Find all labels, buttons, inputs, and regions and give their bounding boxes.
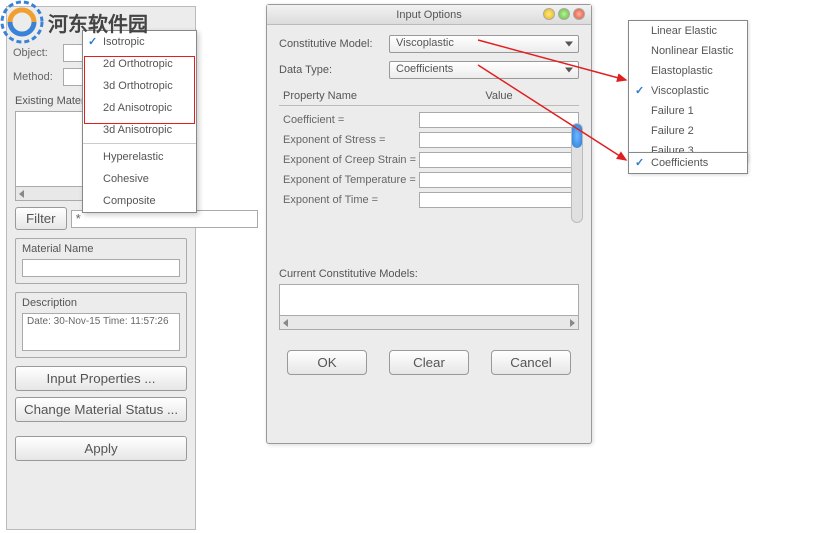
current-models-label: Current Constitutive Models: — [279, 268, 579, 280]
watermark-text: 河东软件园 — [48, 8, 148, 37]
option-failure-2[interactable]: Failure 2 — [629, 121, 747, 141]
type-item-2d-orthotropic[interactable]: 2d Orthotropic — [83, 53, 196, 75]
prop-name: Exponent of Stress = — [279, 134, 419, 146]
prop-name: Exponent of Creep Strain = — [279, 154, 419, 166]
input-options-dialog: Input Options Constitutive Model: Viscop… — [266, 4, 592, 444]
description-group: Description Date: 30-Nov-15 Time: 11:57:… — [15, 292, 187, 358]
option-linear-elastic[interactable]: Linear Elastic — [629, 21, 747, 41]
site-logo-icon — [0, 0, 44, 44]
vertical-scrollbar[interactable] — [571, 123, 583, 223]
filter-button[interactable]: Filter — [15, 207, 67, 230]
scrollbar-thumb[interactable] — [572, 124, 582, 148]
constitutive-model-label: Constitutive Model: — [279, 38, 389, 50]
dialog-titlebar[interactable]: Input Options — [267, 5, 591, 25]
close-icon[interactable] — [573, 8, 585, 20]
apply-button[interactable]: Apply — [15, 436, 187, 461]
minimize-icon[interactable] — [543, 8, 555, 20]
type-item-3d-anisotropic[interactable]: 3d Anisotropic — [83, 119, 196, 141]
method-label: Method: — [13, 71, 63, 83]
option-elastoplastic[interactable]: Elastoplastic — [629, 61, 747, 81]
type-item-composite[interactable]: Composite — [83, 190, 196, 212]
prop-name: Exponent of Time = — [279, 194, 419, 206]
prop-name: Coefficient = — [279, 114, 419, 126]
dialog-title-text: Input Options — [396, 9, 461, 21]
type-item-3d-orthotropic[interactable]: 3d Orthotropic — [83, 75, 196, 97]
data-type-combo[interactable]: Coefficients — [389, 61, 579, 79]
type-item-hyperelastic[interactable]: Hyperelastic — [83, 146, 196, 168]
current-models-list[interactable] — [279, 284, 579, 330]
data-type-options[interactable]: Coefficients — [628, 152, 748, 174]
type-item-2d-anisotropic[interactable]: 2d Anisotropic — [83, 97, 196, 119]
prop-value-input[interactable] — [419, 192, 579, 208]
option-nonlinear-elastic[interactable]: Nonlinear Elastic — [629, 41, 747, 61]
input-properties-button[interactable]: Input Properties ... — [15, 366, 187, 391]
property-name-header: Property Name — [279, 90, 419, 102]
cancel-button[interactable]: Cancel — [491, 350, 571, 375]
material-name-input[interactable] — [22, 259, 180, 277]
prop-value-input[interactable] — [419, 132, 579, 148]
watermark-logo: 河东软件园 — [0, 0, 148, 44]
maximize-icon[interactable] — [558, 8, 570, 20]
constitutive-model-value: Viscoplastic — [396, 37, 454, 49]
data-type-label: Data Type: — [279, 64, 389, 76]
option-coefficients[interactable]: Coefficients — [629, 153, 747, 173]
prop-name: Exponent of Temperature = — [279, 174, 419, 186]
option-viscoplastic[interactable]: Viscoplastic — [629, 81, 747, 101]
constitutive-model-options[interactable]: Linear Elastic Nonlinear Elastic Elastop… — [628, 20, 748, 162]
material-name-group: Material Name — [15, 238, 187, 284]
description-textarea[interactable]: Date: 30-Nov-15 Time: 11:57:26 — [22, 313, 180, 351]
material-type-menu[interactable]: Isotropic 2d Orthotropic 3d Orthotropic … — [82, 30, 197, 213]
option-failure-1[interactable]: Failure 1 — [629, 101, 747, 121]
prop-value-input[interactable] — [419, 172, 579, 188]
property-value-header: Value — [419, 90, 579, 102]
prop-value-input[interactable] — [419, 112, 579, 128]
description-label: Description — [16, 293, 186, 311]
prop-value-input[interactable] — [419, 152, 579, 168]
constitutive-model-combo[interactable]: Viscoplastic — [389, 35, 579, 53]
change-material-status-button[interactable]: Change Material Status ... — [15, 397, 187, 422]
clear-button[interactable]: Clear — [389, 350, 469, 375]
horizontal-scrollbar[interactable] — [280, 315, 578, 329]
type-item-cohesive[interactable]: Cohesive — [83, 168, 196, 190]
material-name-label: Material Name — [16, 239, 186, 257]
ok-button[interactable]: OK — [287, 350, 367, 375]
data-type-value: Coefficients — [396, 63, 453, 75]
object-label: Object: — [13, 47, 63, 59]
